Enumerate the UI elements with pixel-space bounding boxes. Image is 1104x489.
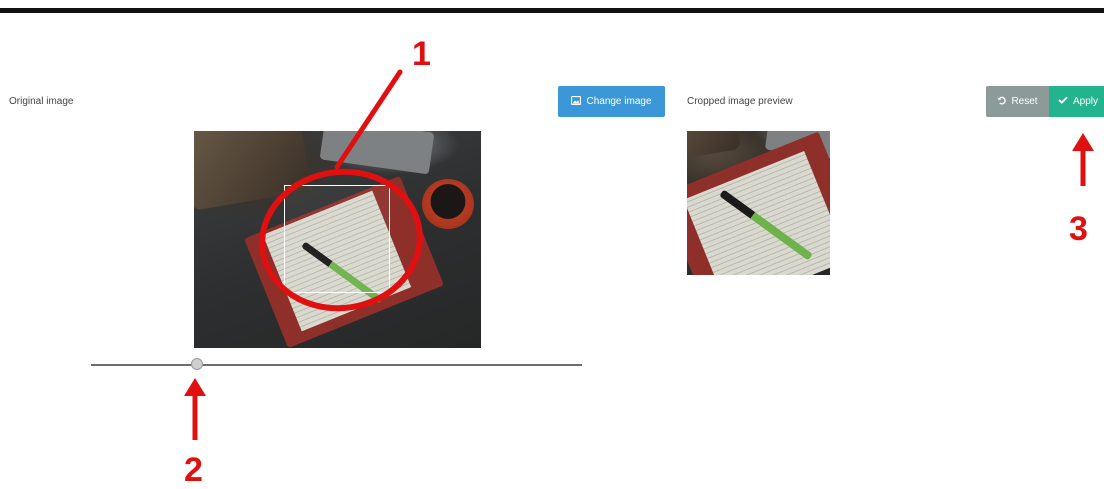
undo-icon xyxy=(997,96,1007,108)
camera-bag xyxy=(687,131,742,163)
annotation-number: 1 xyxy=(412,35,431,73)
check-icon xyxy=(1058,96,1068,107)
change-image-button[interactable]: Change image xyxy=(558,86,665,117)
apply-label: Apply xyxy=(1072,96,1098,107)
coffee-mug xyxy=(422,179,474,229)
annotation-number: 3 xyxy=(1069,210,1088,248)
reset-button[interactable]: Reset xyxy=(986,86,1049,117)
annotation-number: 2 xyxy=(184,451,203,489)
cropped-preview-image xyxy=(687,131,830,275)
reset-label: Reset xyxy=(1011,96,1038,107)
annotation-arrow-2 xyxy=(184,378,206,440)
apply-button[interactable]: Apply xyxy=(1049,86,1104,117)
change-image-label: Change image xyxy=(586,96,652,107)
image-icon xyxy=(571,95,582,108)
annotation-overlay xyxy=(184,69,1094,440)
original-image-label: Original image xyxy=(9,96,74,107)
laptop xyxy=(319,131,435,175)
zoom-slider-track[interactable] xyxy=(91,364,582,366)
zoom-slider-handle[interactable] xyxy=(191,358,203,370)
top-border-bar xyxy=(0,8,1104,13)
crop-selection-box[interactable] xyxy=(284,185,390,293)
annotation-arrow-3 xyxy=(1072,133,1094,186)
cropped-preview-label: Cropped image preview xyxy=(687,96,793,107)
